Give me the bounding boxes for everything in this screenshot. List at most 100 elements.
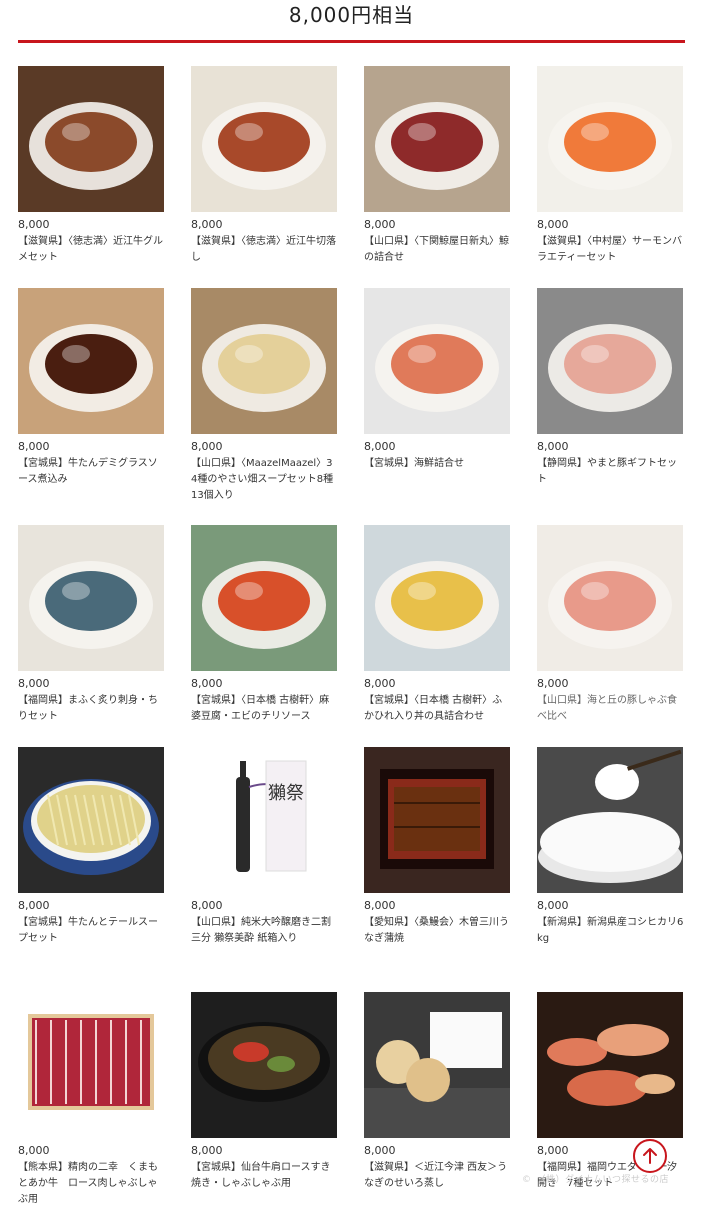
product-card[interactable]: 8,000 【滋賀県】〈徳志満〉近江牛切落し [191, 66, 338, 266]
fugu-sashimi-image [18, 525, 164, 671]
product-image[interactable] [537, 66, 683, 212]
product-name[interactable]: 【滋賀県】＜近江今津 西友＞うなぎのせいろ蒸し [364, 1160, 511, 1192]
product-price: 8,000 [537, 899, 569, 912]
product-price: 8,000 [18, 218, 50, 231]
product-card[interactable]: 8,000 【宮城県】仙台牛肩ロースすき焼き・しゃぶしゃぶ用 [191, 992, 338, 1192]
product-card[interactable]: 8,000 【宮城県】牛たんデミグラスソース煮込み [18, 288, 165, 488]
product-price: 8,000 [537, 677, 569, 690]
product-name[interactable]: 【山口県】純米大吟醸磨き二割三分 獺祭美酔 紙箱入り [191, 915, 338, 947]
watermark: © （株）ダイナムいつ探せるの店 [522, 1175, 670, 1185]
svg-text:獺祭: 獺祭 [268, 783, 304, 804]
product-price: 8,000 [537, 440, 569, 453]
product-image[interactable] [191, 992, 337, 1138]
beef-bowl-image [191, 66, 337, 212]
rice-bowl-image [537, 747, 683, 893]
product-price: 8,000 [18, 1144, 50, 1157]
product-image[interactable] [364, 66, 510, 212]
whale-platter-image [364, 66, 510, 212]
seafood-set-image [364, 288, 510, 434]
product-image[interactable] [18, 747, 164, 893]
product-price: 8,000 [18, 899, 50, 912]
product-card[interactable]: 8,000 【滋賀県】〈徳志満〉近江牛グルメセット [18, 66, 165, 266]
product-image[interactable] [18, 525, 164, 671]
stew-plate-image [18, 288, 164, 434]
product-grid: 8,000 【滋賀県】〈徳志満〉近江牛グルメセット 8,000 【滋賀県】〈徳志満〉近… [0, 0, 709, 1205]
mapo-shrimp-image [191, 525, 337, 671]
product-price: 8,000 [364, 1144, 396, 1157]
product-name[interactable]: 【宮城県】牛たんとテールスープセット [18, 915, 165, 947]
product-price: 8,000 [191, 440, 223, 453]
product-card[interactable]: 8,000 【宮城県】〈日本橋 古樹軒〉ふかひれ入り丼の具詰合わせ [364, 525, 511, 725]
product-card[interactable]: 8,000 【静岡県】やまと豚ギフトセット [537, 288, 684, 488]
product-name[interactable]: 【福岡県】まふく炙り刺身・ちりセット [18, 693, 165, 725]
product-image[interactable] [18, 992, 164, 1138]
dried-fish-image [537, 992, 683, 1138]
product-price: 8,000 [364, 899, 396, 912]
product-card[interactable]: 8,000 【熊本県】精肉の二幸 くまもとあか牛 ロース肉しゃぶしゃぶ用 [18, 992, 165, 1208]
sukiyaki-pot-image [191, 992, 337, 1138]
product-image[interactable] [191, 525, 337, 671]
product-price: 8,000 [537, 218, 569, 231]
product-price: 8,000 [191, 1144, 223, 1157]
product-name[interactable]: 【宮城県】〈日本橋 古樹軒〉麻婆豆腐・エビのチリソース [191, 693, 338, 725]
product-image[interactable]: 獺祭 [191, 747, 337, 893]
unagi-box-image [364, 747, 510, 893]
beef-slices-image [18, 992, 164, 1138]
product-name[interactable]: 【山口県】〈MaazelMaazel〉34種のやさい畑スープセット8種13個入り [191, 456, 338, 504]
tail-soup-image [18, 747, 164, 893]
product-name[interactable]: 【山口県】海と丘の豚しゃぶ食べ比べ [537, 693, 684, 725]
product-name[interactable]: 【山口県】〈下関鯨屋日新丸〉鯨の詰合せ [364, 234, 511, 266]
product-image[interactable] [537, 288, 683, 434]
product-card[interactable]: 8,000 【福岡県】まふく炙り刺身・ちりセット [18, 525, 165, 725]
product-name[interactable]: 【滋賀県】〈徳志満〉近江牛グルメセット [18, 234, 165, 266]
product-image[interactable] [191, 288, 337, 434]
product-card[interactable]: 8,000 【山口県】〈下関鯨屋日新丸〉鯨の詰合せ [364, 66, 511, 266]
product-image[interactable] [18, 66, 164, 212]
product-card[interactable]: 8,000 【滋賀県】〈中村屋〉サーモンバラエティーセット [537, 66, 684, 266]
soup-cups-image [191, 288, 337, 434]
product-price: 8,000 [364, 218, 396, 231]
product-price: 8,000 [364, 440, 396, 453]
seiro-box-image [364, 992, 510, 1138]
product-name[interactable]: 【滋賀県】〈中村屋〉サーモンバラエティーセット [537, 234, 684, 266]
product-image[interactable] [537, 992, 683, 1138]
product-card[interactable]: 8,000 【宮城県】牛たんとテールスープセット [18, 747, 165, 947]
product-card[interactable]: 8,000 【山口県】海と丘の豚しゃぶ食べ比べ [537, 525, 684, 725]
product-name[interactable]: 【宮城県】仙台牛肩ロースすき焼き・しゃぶしゃぶ用 [191, 1160, 338, 1192]
product-name[interactable]: 【愛知県】〈桑鰻会〉木曽三川うなぎ蒲焼 [364, 915, 511, 947]
product-card[interactable]: 8,000 【山口県】〈MaazelMaazel〉34種のやさい畑スープセット8種… [191, 288, 338, 504]
product-name[interactable]: 【静岡県】やまと豚ギフトセット [537, 456, 684, 488]
product-card[interactable]: 8,000 【宮城県】海鮮詰合せ [364, 288, 511, 472]
product-card[interactable]: 獺祭 8,000 【山口県】純米大吟醸磨き二割三分 獺祭美酔 紙箱入り [191, 747, 338, 947]
product-image[interactable] [364, 747, 510, 893]
back-to-top-button[interactable] [633, 1139, 667, 1173]
product-image[interactable] [364, 525, 510, 671]
ham-sausage-image [537, 288, 683, 434]
product-image[interactable] [537, 525, 683, 671]
product-image[interactable] [18, 288, 164, 434]
shabu-set-image [537, 525, 683, 671]
product-name[interactable]: 【宮城県】海鮮詰合せ [364, 456, 511, 472]
product-image[interactable] [364, 288, 510, 434]
product-image[interactable] [537, 747, 683, 893]
shark-fin-bowl-image [364, 525, 510, 671]
product-name[interactable]: 【新潟県】新潟県産コシヒカリ6kg [537, 915, 684, 947]
product-card[interactable]: 8,000 【愛知県】〈桑鰻会〉木曽三川うなぎ蒲焼 [364, 747, 511, 947]
product-image[interactable] [191, 66, 337, 212]
product-card[interactable]: 8,000 【新潟県】新潟県産コシヒカリ6kg [537, 747, 684, 947]
product-name[interactable]: 【宮城県】〈日本橋 古樹軒〉ふかひれ入り丼の具詰合わせ [364, 693, 511, 725]
product-image[interactable] [364, 992, 510, 1138]
arrow-up-icon [643, 1148, 657, 1164]
product-price: 8,000 [191, 899, 223, 912]
salmon-packs-image [537, 66, 683, 212]
product-name[interactable]: 【熊本県】精肉の二幸 くまもとあか牛 ロース肉しゃぶしゃぶ用 [18, 1160, 165, 1208]
product-price: 8,000 [191, 218, 223, 231]
product-price: 8,000 [191, 677, 223, 690]
product-card[interactable]: 8,000 【滋賀県】＜近江今津 西友＞うなぎのせいろ蒸し [364, 992, 511, 1192]
product-card[interactable]: 8,000 【宮城県】〈日本橋 古樹軒〉麻婆豆腐・エビのチリソース [191, 525, 338, 725]
product-name[interactable]: 【宮城県】牛たんデミグラスソース煮込み [18, 456, 165, 488]
product-price: 8,000 [18, 677, 50, 690]
product-price: 8,000 [18, 440, 50, 453]
product-name[interactable]: 【滋賀県】〈徳志満〉近江牛切落し [191, 234, 338, 266]
sake-bottle-image: 獺祭 [191, 747, 337, 893]
